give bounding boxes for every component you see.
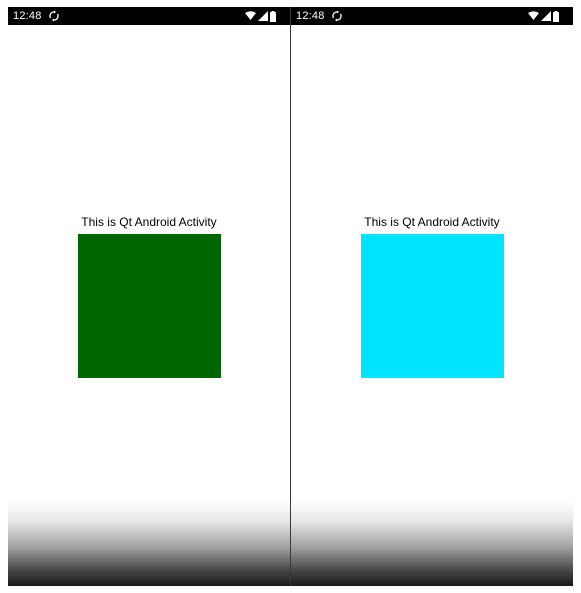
side-by-side-screens: 12:48 This is Qt Android Activity 12:48 … [0, 0, 581, 593]
signal-icon [258, 11, 268, 21]
navigation-bar-shadow [291, 500, 573, 586]
status-time: 12:48 [13, 10, 42, 22]
status-icons [245, 10, 276, 22]
phone-screen-left: 12:48 This is Qt Android Activity [8, 7, 290, 586]
color-square [78, 234, 221, 378]
battery-icon [270, 10, 276, 22]
color-square [361, 234, 504, 378]
activity-label: This is Qt Android Activity [81, 215, 217, 229]
status-bar: 12:48 [291, 7, 573, 25]
status-bar: 12:48 [8, 7, 290, 25]
phone-screen-right: 12:48 This is Qt Android Activity [291, 7, 573, 586]
navigation-bar-shadow [8, 500, 290, 586]
signal-icon [541, 11, 551, 21]
sync-icon [48, 10, 60, 22]
battery-icon [553, 10, 559, 22]
wifi-icon [528, 11, 539, 21]
status-icons [528, 10, 559, 22]
status-time: 12:48 [296, 10, 325, 22]
wifi-icon [245, 11, 256, 21]
sync-icon [331, 10, 343, 22]
activity-label: This is Qt Android Activity [364, 215, 500, 229]
